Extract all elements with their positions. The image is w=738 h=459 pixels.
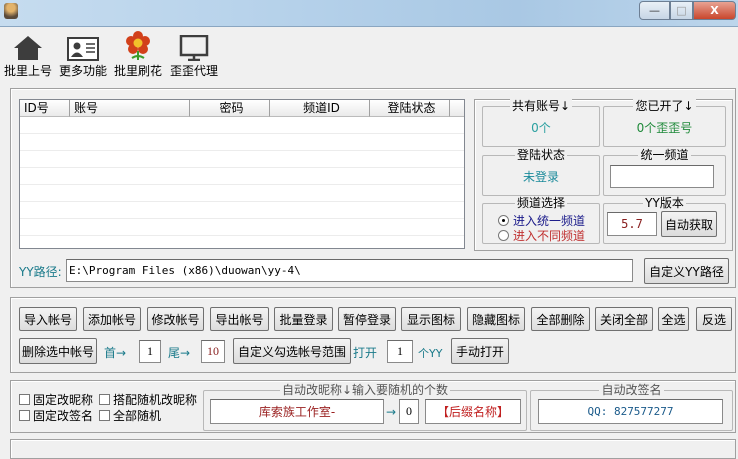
radio-icon [498, 215, 509, 226]
first-label: 首→ [104, 346, 127, 360]
add-account-button[interactable]: 添加帐号 [83, 307, 141, 331]
column-filler [450, 100, 464, 117]
yy-version-group: YY版本 5.7 自动获取 [603, 196, 726, 244]
unified-channel-input[interactable] [610, 165, 714, 188]
import-accounts-button[interactable]: 导入帐号 [19, 307, 77, 331]
last-input[interactable]: 10 [201, 340, 225, 363]
column-channel-id[interactable]: 频道ID [270, 100, 370, 117]
toolbar-label: 批里上号 [3, 64, 52, 78]
flower-icon [125, 31, 151, 61]
radio-different-channel[interactable]: 进入不同频道 [498, 227, 585, 244]
checkbox-label: 全部随机 [113, 409, 162, 423]
radio-label: 进入统一频道 [513, 214, 586, 228]
arrow-label: → [386, 405, 397, 419]
channel-select-group: 频道选择 进入统一频道 进入不同频道 [482, 196, 600, 244]
monitor-icon [179, 33, 209, 61]
last-label: 尾→ [168, 346, 191, 360]
channel-select-title: 频道选择 [514, 196, 567, 210]
account-table[interactable]: ID号 账号 密码 频道ID 登陆状态 [19, 99, 465, 249]
opened-value: 0个歪歪号 [636, 121, 693, 135]
radio-label: 进入不同频道 [513, 229, 586, 243]
opened-group: 您已开了↓ 0个歪歪号 [603, 99, 726, 147]
open-label: 打开 [353, 346, 378, 360]
fixed-nickname-checkbox[interactable]: 固定改昵称 [19, 391, 93, 408]
custom-range-button[interactable]: 自定义勾选帐号范围 [233, 338, 351, 364]
unified-channel-group: 统一频道 [603, 148, 726, 196]
custom-yy-path-button[interactable]: 自定义YY路径 [644, 258, 729, 284]
nickname-input[interactable]: 库索族工作室- [210, 399, 384, 424]
login-status-value: 未登录 [522, 170, 559, 184]
login-status-group: 登陆状态 未登录 [482, 148, 600, 196]
select-all-button[interactable]: 全选 [658, 307, 689, 331]
column-login-status[interactable]: 登陆状态 [370, 100, 450, 117]
maximize-button[interactable]: □ [670, 1, 693, 20]
delete-all-button[interactable]: 全部删除 [531, 307, 590, 331]
auto-signature-title: 自动改签名 [599, 383, 664, 397]
open-count-input[interactable]: 1 [387, 340, 413, 363]
random-count-input[interactable]: 0 [399, 399, 419, 424]
checkbox-label: 搭配随机改昵称 [113, 393, 198, 407]
app-icon [4, 3, 18, 19]
random-nickname-checkbox[interactable]: 搭配随机改昵称 [99, 391, 197, 408]
toolbar-label: 批里刷花 [113, 64, 162, 78]
toolbar-label: 歪歪代理 [169, 64, 218, 78]
auto-nickname-title: 自动改昵称↓输入要随机的个数 [279, 383, 451, 397]
auto-detect-button[interactable]: 自动获取 [661, 211, 717, 237]
checkbox-label: 固定改签名 [33, 409, 94, 423]
toolbar-label: 更多功能 [58, 64, 107, 78]
title-bar: — □ X [0, 0, 738, 27]
unified-channel-title: 统一频道 [638, 148, 691, 162]
checkbox-label: 固定改昵称 [33, 393, 94, 407]
toolbar-batch-flowers[interactable]: 批里刷花 [113, 31, 163, 79]
minimize-button[interactable]: — [639, 1, 670, 20]
export-accounts-button[interactable]: 导出帐号 [210, 307, 269, 331]
checkbox-icon [99, 410, 110, 421]
yy-path-input[interactable]: E:\Program Files (x86)\duowan\yy-4\ [66, 259, 633, 282]
radio-icon [498, 230, 509, 241]
toolbar-proxy[interactable]: 歪歪代理 [169, 33, 219, 79]
checkbox-icon [19, 410, 30, 421]
close-all-button[interactable]: 关闭全部 [595, 307, 653, 331]
manual-open-button[interactable]: 手动打开 [451, 338, 509, 364]
column-id[interactable]: ID号 [20, 100, 70, 117]
login-status-title: 登陆状态 [514, 148, 567, 162]
opened-title: 您已开了↓ [633, 99, 696, 113]
all-random-checkbox[interactable]: 全部随机 [99, 407, 161, 424]
suffix-input[interactable]: 【后缀名称】 [425, 399, 521, 424]
fixed-signature-checkbox[interactable]: 固定改签名 [19, 407, 93, 424]
invert-selection-button[interactable]: 反选 [696, 307, 732, 331]
total-accounts-group: 共有账号↓ 0个 [482, 99, 600, 147]
pause-login-button[interactable]: 暂停登录 [338, 307, 396, 331]
signature-input[interactable]: QQ: 827577277 [538, 399, 723, 424]
close-button[interactable]: X [693, 1, 736, 20]
yy-unit-label: 个YY [418, 347, 443, 360]
total-accounts-title: 共有账号↓ [509, 99, 573, 113]
delete-selected-button[interactable]: 删除选中帐号 [19, 338, 97, 364]
toolbar-batch-login[interactable]: 批里上号 [3, 33, 53, 79]
yy-path-label: YY路径: [19, 265, 62, 279]
yy-version-title: YY版本 [643, 196, 686, 210]
total-accounts-value: 0个 [531, 121, 551, 135]
contact-card-icon [67, 33, 99, 61]
toolbar-more-functions[interactable]: 更多功能 [58, 33, 108, 79]
checkbox-icon [99, 394, 110, 405]
column-password[interactable]: 密码 [190, 100, 270, 117]
checkbox-icon [19, 394, 30, 405]
yy-version-input[interactable]: 5.7 [607, 212, 657, 236]
hide-icons-button[interactable]: 隐藏图标 [467, 307, 525, 331]
bottom-panel [10, 439, 736, 459]
column-account[interactable]: 账号 [70, 100, 190, 117]
batch-login-button[interactable]: 批量登录 [274, 307, 333, 331]
show-icons-button[interactable]: 显示图标 [401, 307, 461, 331]
first-input[interactable]: 1 [139, 340, 161, 363]
edit-account-button[interactable]: 修改帐号 [147, 307, 204, 331]
home-icon [13, 33, 43, 61]
